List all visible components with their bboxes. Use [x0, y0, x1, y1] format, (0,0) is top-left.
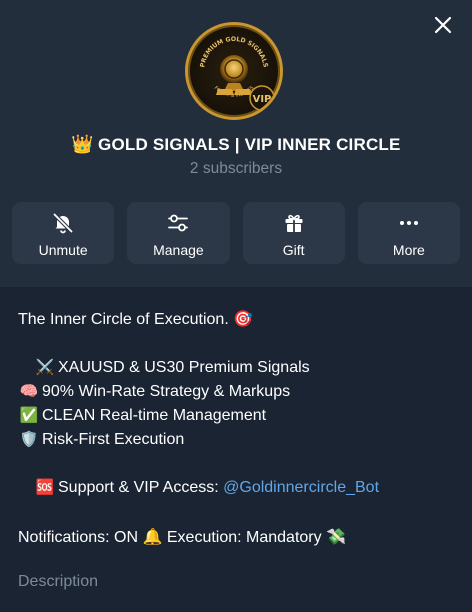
description-headline: The Inner Circle of Execution. 🎯 [18, 308, 458, 332]
headline-text: The Inner Circle of Execution. [18, 311, 229, 328]
unmute-label: Unmute [38, 241, 88, 258]
channel-description: The Inner Circle of Execution. 🎯 ⚔️ XAUUS… [18, 308, 458, 550]
sliders-icon [168, 214, 189, 231]
brain-icon: 🧠 [19, 383, 39, 400]
gift-button[interactable]: Gift [242, 202, 345, 264]
feature-item: ⚔️ XAUUSD & US30 Premium Signals [18, 356, 458, 380]
support-label: Support & VIP Access: [58, 479, 219, 496]
crown-icon: 👑 [71, 134, 95, 154]
gift-icon [285, 214, 303, 232]
subscriber-count: 2 subscribers [189, 160, 283, 177]
bell-muted-icon [53, 212, 74, 233]
execution-text: Execution: Mandatory [166, 529, 322, 546]
feature-text: XAUUSD & US30 Premium Signals [58, 359, 310, 376]
shield-icon: 🛡️ [19, 431, 39, 448]
footer-line: Notifications: ON 🔔 Execution: Mandatory… [18, 526, 458, 550]
feature-text: CLEAN Real-time Management [42, 407, 267, 424]
check-icon: ✅ [19, 407, 39, 424]
swords-icon: ⚔️ [35, 359, 55, 376]
channel-avatar[interactable]: PREMIUM GOLD SIGNALS FOREX & INDICES VIP [185, 22, 283, 120]
manage-button[interactable]: Manage [127, 202, 230, 264]
channel-info-panel: { "channel": { "title": "GOLD SIGNALS | … [0, 0, 472, 612]
vip-badge-icon: VIP [249, 85, 275, 111]
notifications-text: Notifications: ON [18, 529, 139, 546]
bell-icon: 🔔 [142, 529, 163, 546]
support-line: 🆘 Support & VIP Access: @Goldinnercircle_… [18, 476, 458, 500]
target-icon: 🎯 [233, 311, 254, 328]
svg-text:VIP: VIP [253, 94, 272, 105]
channel-header: PREMIUM GOLD SIGNALS FOREX & INDICES VIP… [0, 0, 472, 287]
action-buttons: Unmute Manage Gift More [12, 202, 460, 264]
sos-icon: 🆘 [35, 479, 55, 496]
support-bot-link[interactable]: @Goldinnercircle_Bot [223, 476, 379, 500]
more-button[interactable]: More [357, 202, 460, 264]
manage-label: Manage [153, 241, 204, 258]
feature-text: 90% Win-Rate Strategy & Markups [42, 383, 291, 400]
feature-item: 🛡️ Risk-First Execution [18, 428, 458, 452]
feature-item: 🧠 90% Win-Rate Strategy & Markups [18, 380, 458, 404]
more-label: More [392, 241, 425, 258]
close-button[interactable] [430, 12, 456, 38]
feature-text: Risk-First Execution [42, 431, 185, 448]
unmute-button[interactable]: Unmute [12, 202, 115, 264]
close-icon [434, 16, 452, 34]
channel-title: 👑 GOLD SIGNALS | VIP INNER CIRCLE [0, 134, 472, 155]
channel-title-text: GOLD SIGNALS | VIP INNER CIRCLE [98, 135, 401, 154]
money-icon: 💸 [326, 529, 346, 546]
feature-item: ✅ CLEAN Real-time Management [18, 404, 458, 428]
more-dots-icon [399, 220, 418, 225]
gift-label: Gift [282, 241, 305, 258]
description-field-label: Description [18, 573, 99, 590]
